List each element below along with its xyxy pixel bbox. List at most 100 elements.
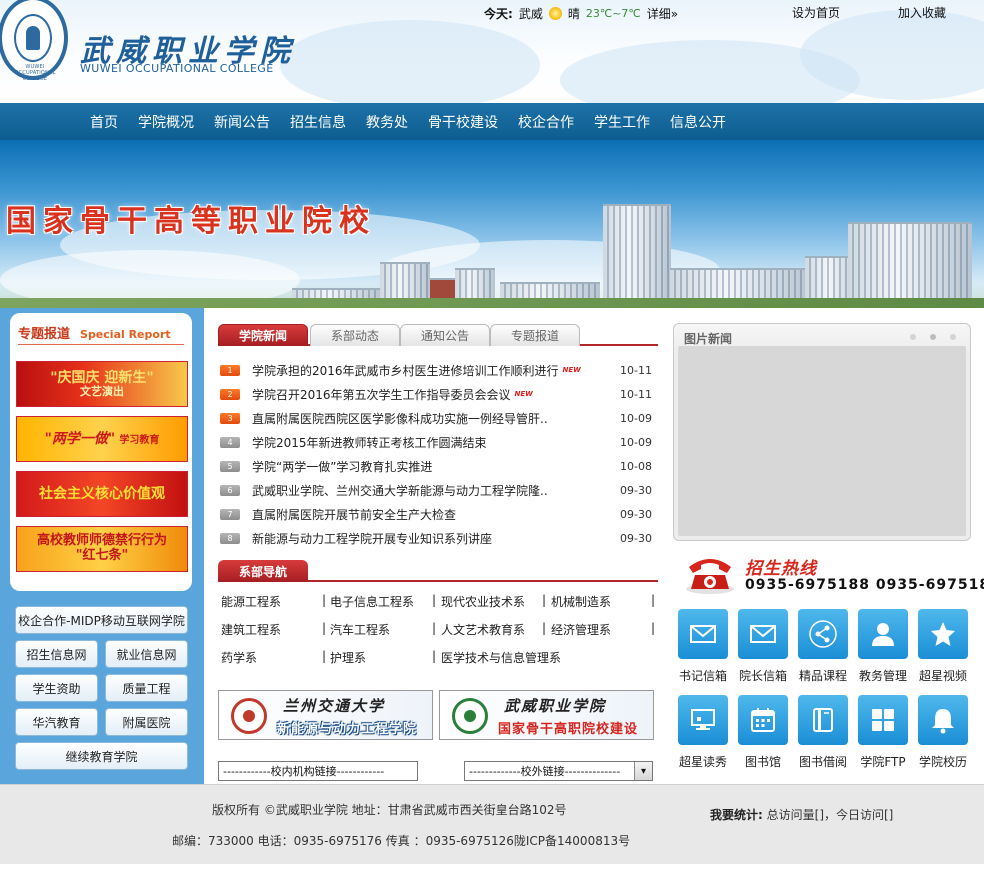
special-banner-title: 社会主义核心价值观 — [39, 485, 165, 502]
college-emblem-logo[interactable]: WUWEI OCCUPATIONAL COLLEGE — [0, 0, 68, 82]
news-date: 10-08 — [620, 459, 652, 473]
dept-link[interactable]: 药学系 — [221, 649, 257, 666]
dept-link[interactable]: 机械制造系 — [551, 593, 611, 610]
special-banner-teacher-ethics[interactable]: 高校教师师德禁行行为 "红七条" — [16, 526, 188, 572]
dept-separator: | — [542, 621, 547, 635]
nav-item-disclosure[interactable]: 信息公开 — [660, 112, 736, 132]
tab-notices[interactable]: 通知公告 — [400, 324, 490, 346]
nav-item-news[interactable]: 新闻公告 — [204, 112, 280, 132]
special-banner-two-studies[interactable]: "两学一做" 学习教育 — [16, 416, 188, 462]
news-item[interactable]: 6 武威职业学院、兰州交通大学新能源与动力工程学院隆.. 09-30 — [218, 478, 658, 502]
secretary-mailbox-button[interactable] — [678, 609, 728, 659]
quality-project-button[interactable]: 质量工程 — [105, 674, 188, 702]
news-item[interactable]: 1 学院承担的2016年武威市乡村医生进修培训工作顺利进行 NEW 10-11 — [218, 358, 658, 382]
add-favorite-link[interactable]: 加入收藏 — [898, 4, 946, 21]
college-ftp-button[interactable] — [858, 695, 908, 745]
college-calendar-button[interactable] — [918, 695, 968, 745]
nav-item-about[interactable]: 学院概况 — [128, 112, 204, 132]
dept-link[interactable]: 能源工程系 — [221, 593, 281, 610]
tab-special-report[interactable]: 专题报道 — [490, 324, 580, 346]
nav-item-admission[interactable]: 招生信息 — [280, 112, 356, 132]
news-title-link[interactable]: 学院2015年新进教师转正考核工作圆满结束 — [252, 434, 487, 451]
partner-banner-title: 武威职业学院 — [504, 697, 607, 715]
college-name-en: WUWEI OCCUPATIONAL COLLEGE — [80, 62, 274, 75]
quick-link-label: 图书馆 — [744, 755, 781, 769]
dept-link[interactable]: 建筑工程系 — [221, 621, 281, 638]
affiliated-hospital-button[interactable]: 附属医院 — [105, 708, 188, 736]
dept-link[interactable]: 人文艺术教育系 — [441, 621, 525, 638]
book-borrowing-button[interactable] — [798, 695, 848, 745]
library-button[interactable] — [738, 695, 788, 745]
news-title-link[interactable]: 学院承担的2016年武威市乡村医生进修培训工作顺利进行 — [252, 362, 559, 379]
university-emblem-icon — [231, 698, 267, 734]
dept-separator: | — [322, 649, 327, 663]
special-banner-title: "两学一做" — [44, 430, 116, 447]
weather-temp: 23℃~7℃ — [585, 7, 641, 20]
quick-link-label: 院长信箱 — [738, 669, 787, 683]
chevron-down-icon[interactable]: ▾ — [634, 762, 652, 780]
tab-college-news[interactable]: 学院新闻 — [218, 324, 308, 346]
mail-icon — [690, 625, 716, 643]
book-icon — [813, 708, 833, 732]
external-links-select[interactable]: -------------校外链接-------------- ▾ — [464, 761, 653, 781]
dept-link[interactable]: 汽车工程系 — [330, 621, 390, 638]
chaoxing-duxiu-button[interactable] — [678, 695, 728, 745]
special-banner-national-day[interactable]: "庆国庆 迎新生" 文艺演出 — [16, 361, 188, 407]
quick-link-label: 学院校历 — [918, 755, 967, 769]
set-homepage-link[interactable]: 设为首页 — [792, 4, 840, 21]
nav-item-home[interactable]: 首页 — [80, 112, 128, 132]
academic-management-button[interactable] — [858, 609, 908, 659]
news-title-link[interactable]: 学院召开2016年第五次学生工作指导委员会会议 — [252, 386, 511, 403]
dept-link[interactable]: 医学技术与信息管理系 — [441, 649, 561, 666]
employment-site-button[interactable]: 就业信息网 — [105, 640, 188, 668]
dept-link[interactable]: 电子信息工程系 — [330, 593, 414, 610]
lanzhou-jiaotong-banner[interactable]: 兰州交通大学 新能源与动力工程学院 — [218, 690, 433, 740]
photo-news-panel: 图片新闻 — [673, 323, 971, 541]
news-number-badge: 2 — [220, 388, 240, 400]
backbone-college-banner[interactable]: 武威职业学院 国家骨干高职院校建设 — [439, 690, 654, 740]
special-banner-title: "庆国庆 迎新生" — [50, 369, 154, 386]
news-item[interactable]: 4 学院2015年新进教师转正考核工作圆满结束 10-09 — [218, 430, 658, 454]
dept-separator: | — [432, 621, 437, 635]
user-icon — [872, 623, 894, 646]
news-title-link[interactable]: 学院“两学一做”学习教育扎实推进 — [252, 458, 432, 475]
tab-department-news[interactable]: 系部动态 — [310, 324, 400, 346]
news-date: 10-09 — [620, 435, 652, 449]
news-number-badge: 1 — [220, 364, 240, 376]
continuing-education-button[interactable]: 继续教育学院 — [15, 742, 188, 770]
slide-dot[interactable] — [930, 334, 936, 340]
photo-slideshow[interactable] — [678, 346, 966, 536]
slide-dot[interactable] — [910, 334, 916, 340]
special-banner-sub: 学习教育 — [119, 434, 160, 446]
weather-detail-link[interactable]: 详细» — [647, 5, 678, 22]
news-item[interactable]: 7 直属附属医院开展节前安全生产大检查 09-30 — [218, 502, 658, 526]
nav-item-academic[interactable]: 教务处 — [356, 112, 418, 132]
dept-link[interactable]: 经济管理系 — [551, 621, 611, 638]
special-banner-core-values[interactable]: 社会主义核心价值观 — [16, 471, 188, 517]
news-title-link[interactable]: 直属附属医院开展节前安全生产大检查 — [252, 506, 456, 523]
news-item[interactable]: 3 直属附属医院西院区医学影像科成功实施一例经导管肝.. 10-09 — [218, 406, 658, 430]
admission-site-button[interactable]: 招生信息网 — [15, 640, 98, 668]
nav-item-student-work[interactable]: 学生工作 — [584, 112, 660, 132]
news-number-badge: 3 — [220, 412, 240, 424]
student-aid-button[interactable]: 学生资助 — [15, 674, 98, 702]
news-title-link[interactable]: 直属附属医院西院区医学影像科成功实施一例经导管肝.. — [252, 410, 548, 427]
midp-college-button[interactable]: 校企合作-MIDP移动互联网学院 — [15, 606, 188, 634]
slide-dot[interactable] — [950, 334, 956, 340]
dept-link[interactable]: 护理系 — [330, 649, 366, 666]
huaqi-education-button[interactable]: 华汽教育 — [15, 708, 98, 736]
news-title-link[interactable]: 武威职业学院、兰州交通大学新能源与动力工程学院隆.. — [252, 482, 548, 499]
chaoxing-video-button[interactable] — [918, 609, 968, 659]
internal-links-select[interactable]: ------------校内机构链接------------ — [218, 761, 418, 781]
nav-item-cooperation[interactable]: 校企合作 — [508, 112, 584, 132]
nav-item-backbone[interactable]: 骨干校建设 — [418, 112, 508, 132]
news-item[interactable]: 2 学院召开2016年第五次学生工作指导委员会会议 NEW 10-11 — [218, 382, 658, 406]
president-mailbox-button[interactable] — [738, 609, 788, 659]
news-title-link[interactable]: 新能源与动力工程学院开展专业知识系列讲座 — [252, 530, 492, 547]
news-item[interactable]: 5 学院“两学一做”学习教育扎实推进 10-08 — [218, 454, 658, 478]
dept-link[interactable]: 现代农业技术系 — [441, 593, 525, 610]
news-item[interactable]: 8 新能源与动力工程学院开展专业知识系列讲座 09-30 — [218, 526, 658, 550]
special-banner-title: 高校教师师德禁行行为 — [36, 533, 167, 549]
new-badge: NEW — [562, 366, 581, 374]
quality-courses-button[interactable] — [798, 609, 848, 659]
